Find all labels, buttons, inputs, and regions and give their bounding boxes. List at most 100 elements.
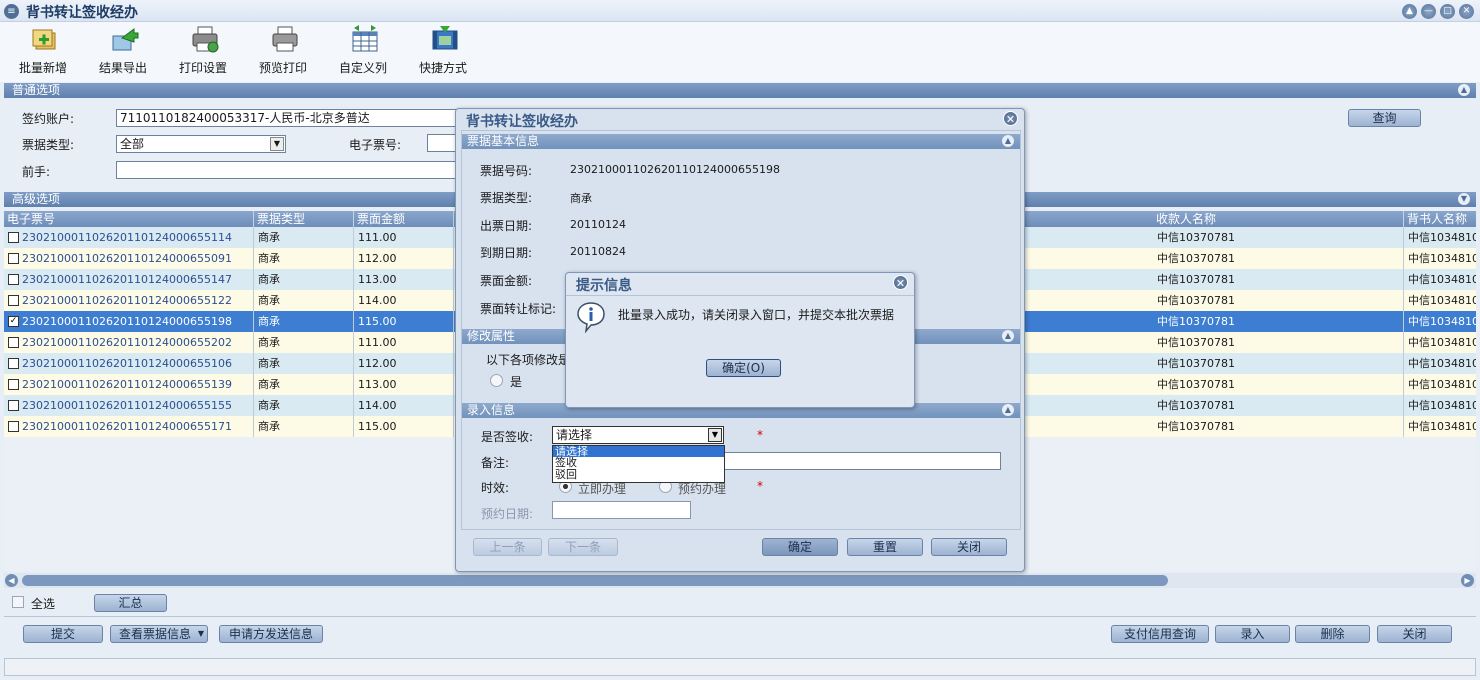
cell-bill-no[interactable]: ✓ 230210001102620110124000655198 [4,311,254,332]
field-label-due-date: 到期日期: [480,246,533,260]
appoint-date-label: 预约日期: [481,507,534,521]
prev-holder-input[interactable] [116,161,461,179]
prev-record-button[interactable]: 上一条 [473,538,542,556]
column-header-bill-type[interactable]: 票据类型 [254,211,354,227]
shortcut-label: 快捷方式 [418,61,467,75]
cell-bill-type: 商承 [254,290,354,311]
expand-down-icon[interactable]: ▼ [1458,193,1470,205]
app-menu-icon[interactable]: ≡ [4,4,19,19]
column-header-bill-no[interactable]: 电子票号 [4,211,254,227]
dialog-close-button[interactable]: 关闭 [931,538,1007,556]
cell-bill-no[interactable]: 230210001102620110124000655114 [4,227,254,248]
scroll-right-icon[interactable]: ▶ [1461,574,1474,587]
shortcut-button[interactable]: 快捷方式 [408,22,478,82]
row-checkbox[interactable] [8,400,19,411]
popup-ok-button[interactable]: 确定(O) [706,359,781,377]
general-options-header[interactable]: 普通选项 ▲ [4,83,1476,98]
window-maximize-icon[interactable]: □ [1440,4,1455,19]
column-header-endorser[interactable]: 背书人名称 [1404,211,1476,227]
close-button[interactable]: 关闭 [1377,625,1452,643]
ebill-no-input[interactable] [427,134,457,152]
horizontal-scrollbar[interactable]: ◀ ▶ [4,573,1476,588]
bill-no-text: 230210001102620110124000655198 [22,315,232,328]
collapse-up-icon[interactable]: ▲ [1458,84,1470,96]
cell-bill-no[interactable]: 230210001102620110124000655171 [4,416,254,437]
cell-bill-no[interactable]: 230210001102620110124000655122 [4,290,254,311]
print-settings-button[interactable]: 打印设置 [168,22,238,82]
collapse-up-icon[interactable]: ▲ [1002,135,1014,147]
view-bill-info-button[interactable]: 查看票据信息 ▼ [110,625,208,643]
sign-option-please-select[interactable]: 请选择 [553,446,724,457]
row-checkbox[interactable] [8,358,19,369]
message-popup: 提示信息 ✕ 批量录入成功，请关闭录入窗口，并提交本批次票据 确定(O) [565,272,915,408]
custom-columns-button[interactable]: 自定义列 [328,22,398,82]
sign-select[interactable]: 请选择 ▼ [552,426,724,444]
cell-bill-type: 商承 [254,248,354,269]
applicant-info-button[interactable]: 申请方发送信息 [219,625,323,643]
scroll-left-icon[interactable]: ◀ [5,574,18,587]
dialog-reset-button[interactable]: 重置 [847,538,923,556]
dialog-close-icon[interactable]: ✕ [1003,111,1018,126]
cell-bill-no[interactable]: 230210001102620110124000655155 [4,395,254,416]
popup-close-icon[interactable]: ✕ [893,275,908,290]
bill-type-value: 全部 [120,137,145,151]
credit-query-button[interactable]: 支付信用查询 [1111,625,1209,643]
row-checkbox[interactable] [8,379,19,390]
batch-add-button[interactable]: 批量新增 [8,22,78,82]
sign-option-sign[interactable]: 签收 [553,457,724,469]
row-checkbox[interactable] [8,421,19,432]
bill-type-select[interactable]: 全部 ▼ [116,135,286,153]
scrollbar-thumb[interactable] [22,575,1168,586]
prev-holder-label: 前手: [22,165,51,179]
remark-input[interactable] [724,452,1001,470]
cell-amount: 113.00 [354,269,454,290]
modify-yes-label: 是 [510,375,523,389]
modify-yes-radio[interactable] [490,374,503,387]
row-checkbox[interactable] [8,337,19,348]
submit-button[interactable]: 提交 [23,625,103,643]
collapse-up-icon[interactable]: ▲ [1002,330,1014,342]
cell-bill-no[interactable]: 230210001102620110124000655147 [4,269,254,290]
window-up-icon[interactable]: ▲ [1402,4,1417,19]
query-button[interactable]: 查询 [1348,109,1421,127]
print-preview-button[interactable]: 预览打印 [248,22,318,82]
account-field[interactable]: 7110110182400053317-人民币-北京多普达 [116,109,461,127]
modify-attr-title: 修改属性 [467,329,516,343]
window-close-icon[interactable]: ✕ [1459,4,1474,19]
dialog-ok-button[interactable]: 确定 [762,538,838,556]
appoint-date-input[interactable] [552,501,691,519]
cell-payee: 中信10370781 [1153,374,1404,395]
row-checkbox[interactable]: ✓ [8,316,19,327]
delete-button[interactable]: 删除 [1295,625,1370,643]
cell-bill-no[interactable]: 230210001102620110124000655106 [4,353,254,374]
next-record-button[interactable]: 下一条 [548,538,618,556]
cell-amount: 114.00 [354,395,454,416]
select-all-checkbox[interactable] [12,596,24,608]
summary-button[interactable]: 汇总 [94,594,167,612]
export-button[interactable]: 结果导出 [88,22,158,82]
column-header-payee[interactable]: 收款人名称 [1153,211,1404,227]
window-title: 背书转让签收经办 [26,5,138,21]
sign-option-reject[interactable]: 驳回 [553,469,724,481]
field-label-issue-date: 出票日期: [480,219,533,233]
dropdown-arrow-icon[interactable]: ▼ [270,137,284,151]
window-minimize-icon[interactable]: — [1421,4,1436,19]
cell-bill-no[interactable]: 230210001102620110124000655091 [4,248,254,269]
row-checkbox[interactable] [8,295,19,306]
row-checkbox[interactable] [8,253,19,264]
dropdown-arrow-icon[interactable]: ▼ [708,428,722,442]
cell-bill-no[interactable]: 230210001102620110124000655139 [4,374,254,395]
enter-button[interactable]: 录入 [1215,625,1290,643]
column-header-amount[interactable]: 票面金额 [354,211,454,227]
row-checkbox[interactable] [8,274,19,285]
collapse-up-icon[interactable]: ▲ [1002,404,1014,416]
cell-endorser: 中信10348107 [1408,294,1476,307]
popup-divider [566,295,914,296]
modify-text: 以下各项修改是 [486,353,571,367]
cell-payee: 中信10370781 [1153,290,1404,311]
row-checkbox[interactable] [8,232,19,243]
title-bar: ≡ 背书转让签收经办 ▲ — □ ✕ [0,0,1480,22]
basic-info-header[interactable]: 票据基本信息 ▲ [462,134,1020,149]
cell-bill-no[interactable]: 230210001102620110124000655202 [4,332,254,353]
cell-payee: 中信10370781 [1153,395,1404,416]
